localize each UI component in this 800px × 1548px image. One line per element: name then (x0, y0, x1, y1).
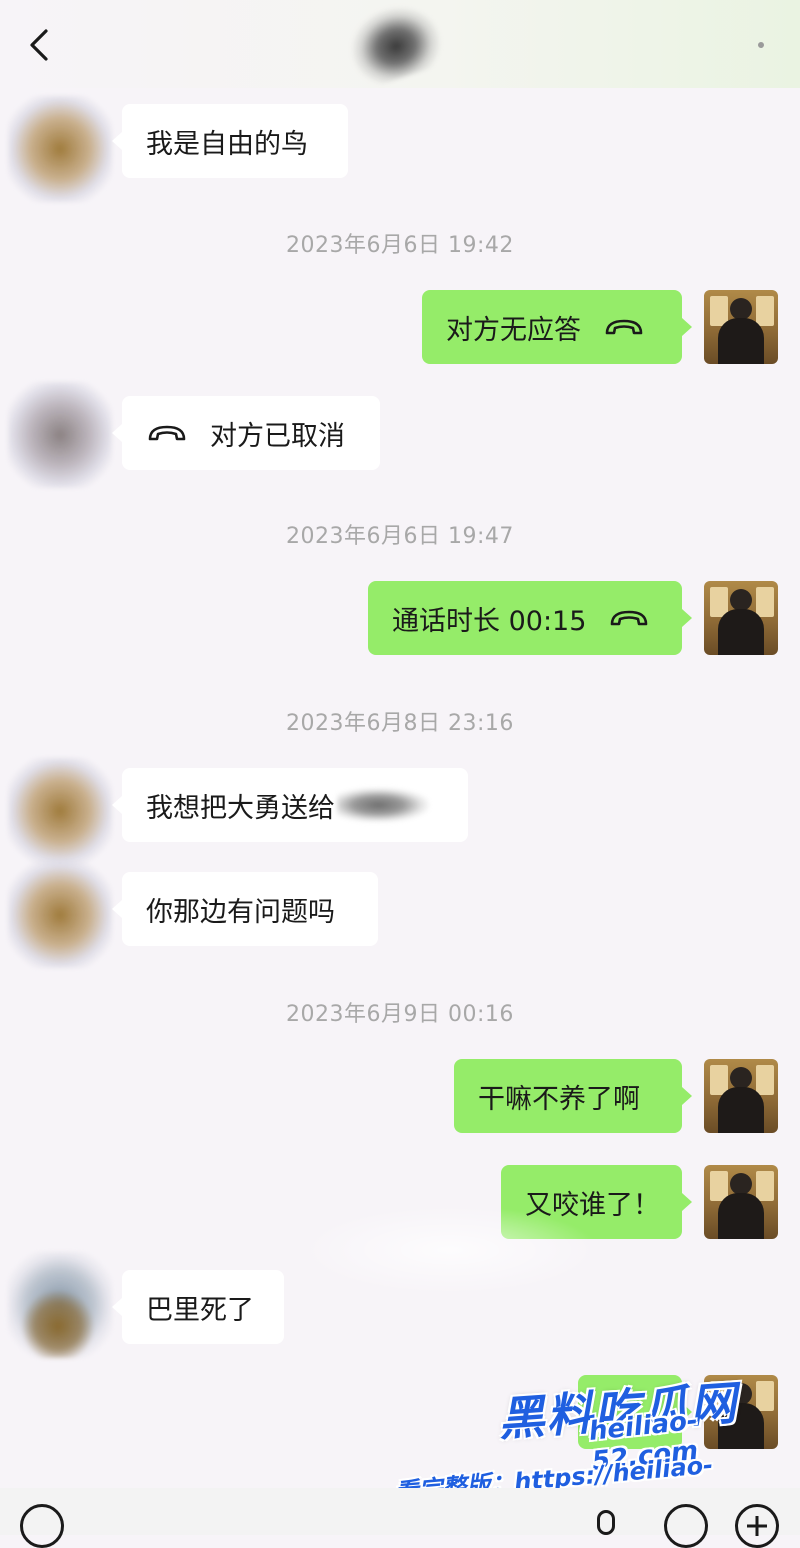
outgoing-call-bubble[interactable]: 对方无应答 (422, 290, 692, 364)
incoming-message-bubble[interactable]: 巴里死了 (112, 1270, 284, 1344)
incoming-call-bubble[interactable]: 对方已取消 (112, 396, 380, 470)
message-text: 巴里死了 (146, 1294, 254, 1326)
outgoing-call-bubble[interactable]: 通话时长 00:15 (368, 581, 692, 655)
message-text: 我想把大勇送给 (146, 792, 335, 824)
emoji-icon[interactable] (664, 1504, 708, 1548)
incoming-message-bubble[interactable]: 我想把大勇送给 (112, 768, 468, 842)
phone-hangup-icon (146, 422, 188, 444)
timestamp: 2023年6月8日 23:16 (286, 711, 514, 736)
my-avatar[interactable] (704, 1059, 778, 1133)
back-button[interactable] (22, 28, 56, 62)
message-text: 通话时长 00:15 (392, 605, 587, 637)
phone-hangup-icon (603, 316, 645, 338)
incoming-message-bubble[interactable]: 我是自由的鸟 (112, 104, 348, 178)
contact-name-redacted (341, 0, 449, 91)
chevron-left-icon (30, 29, 48, 61)
timestamp: 2023年6月9日 00:16 (286, 1002, 514, 1027)
contact-avatar[interactable] (8, 758, 112, 864)
more-button[interactable] (752, 36, 772, 56)
my-avatar[interactable] (704, 581, 778, 655)
my-avatar[interactable] (704, 1165, 778, 1239)
phone-hangup-icon (608, 607, 650, 629)
microphone-icon[interactable] (597, 1510, 615, 1535)
voice-icon[interactable] (20, 1504, 64, 1548)
message-text: 你那边有问题吗 (146, 896, 335, 928)
input-bar (0, 1488, 800, 1548)
message-text: 对方已取消 (210, 420, 345, 452)
incoming-message-bubble[interactable]: 你那边有问题吗 (112, 872, 378, 946)
contact-avatar[interactable] (8, 862, 112, 968)
outgoing-message-bubble[interactable]: 干嘛不养了啊 (454, 1059, 692, 1133)
contact-avatar[interactable] (8, 382, 112, 488)
contact-avatar[interactable] (8, 1252, 112, 1358)
message-text: 对方无应答 (446, 314, 581, 346)
redacted-text (337, 788, 429, 822)
message-text: 干嘛不养了啊 (478, 1083, 640, 1115)
plus-icon[interactable] (735, 1504, 779, 1548)
my-avatar[interactable] (704, 290, 778, 364)
timestamp: 2023年6月6日 19:47 (286, 524, 514, 549)
faded-watermark (300, 1205, 600, 1295)
timestamp: 2023年6月6日 19:42 (286, 233, 514, 258)
top-bar (0, 0, 800, 91)
message-text: 我是自由的鸟 (146, 128, 308, 160)
contact-avatar[interactable] (8, 96, 112, 202)
